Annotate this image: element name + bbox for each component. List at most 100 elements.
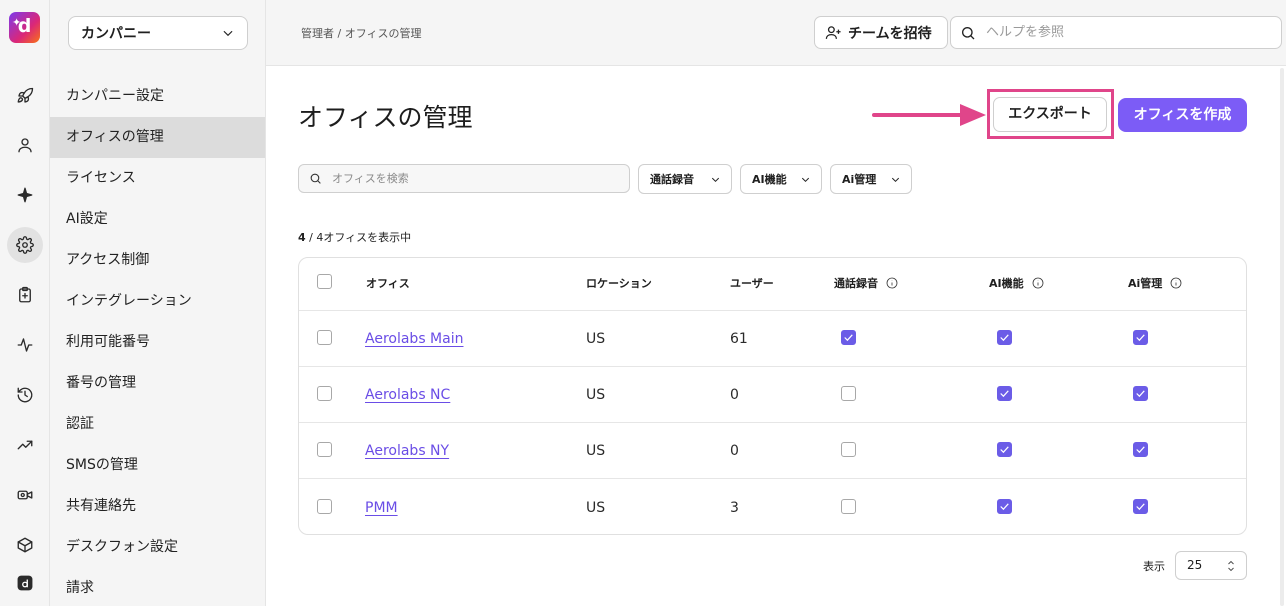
checkmark-icon bbox=[1136, 390, 1145, 398]
column-header-users[interactable]: ユーザー bbox=[730, 275, 774, 291]
sidebar-item-shared-contacts[interactable]: 共有連絡先 bbox=[50, 486, 265, 527]
export-button[interactable]: エクスポート bbox=[993, 97, 1107, 132]
ai-admin-checkbox[interactable] bbox=[1133, 330, 1148, 345]
office-location: US bbox=[586, 443, 606, 459]
sidebar-item-office-management[interactable]: オフィスの管理 bbox=[50, 117, 265, 158]
office-users: 0 bbox=[730, 387, 739, 403]
row-select-checkbox[interactable] bbox=[317, 442, 332, 457]
table-row[interactable]: Aerolabs NC US 0 bbox=[299, 366, 1246, 422]
chevron-down-icon bbox=[711, 177, 720, 183]
info-icon[interactable] bbox=[1032, 277, 1044, 289]
ai-admin-checkbox[interactable] bbox=[1133, 442, 1148, 457]
gear-icon[interactable] bbox=[7, 227, 43, 263]
office-users: 3 bbox=[730, 500, 739, 516]
row-select-checkbox[interactable] bbox=[317, 499, 332, 514]
result-count: 4 / 4オフィスを表示中 bbox=[298, 229, 411, 245]
column-header-office[interactable]: オフィス bbox=[366, 275, 410, 291]
filter-ai-admin-label: Ai管理 bbox=[842, 173, 877, 186]
create-office-button[interactable]: オフィスを作成 bbox=[1118, 98, 1247, 132]
sidebar-item-sms-management[interactable]: SMSの管理 bbox=[50, 445, 265, 486]
office-users: 0 bbox=[730, 443, 739, 459]
filter-call-recording[interactable]: 通話録音 bbox=[638, 164, 732, 194]
sidebar-item-authentication[interactable]: 認証 bbox=[50, 404, 265, 445]
invite-team-button[interactable]: チームを招待 bbox=[814, 16, 948, 49]
trending-icon[interactable] bbox=[7, 427, 43, 463]
table-row[interactable]: PMM US 3 bbox=[299, 478, 1246, 534]
icon-rail: ✦ d bbox=[0, 0, 50, 606]
clipboard-icon[interactable] bbox=[7, 277, 43, 313]
call-recording-checkbox[interactable] bbox=[841, 330, 856, 345]
office-users: 61 bbox=[730, 331, 748, 347]
info-icon[interactable] bbox=[1170, 277, 1182, 289]
office-search[interactable] bbox=[298, 164, 630, 193]
sidebar-item-integrations[interactable]: インテグレーション bbox=[50, 281, 265, 322]
column-header-call-recording[interactable]: 通話録音 bbox=[834, 275, 898, 291]
sidebar-item-access-control[interactable]: アクセス制御 bbox=[50, 240, 265, 281]
office-name-link[interactable]: Aerolabs NY bbox=[365, 443, 449, 459]
page-size-select[interactable]: 25 bbox=[1175, 551, 1247, 580]
annotation-arrow-icon bbox=[872, 104, 986, 126]
ai-features-checkbox[interactable] bbox=[997, 330, 1012, 345]
call-recording-checkbox[interactable] bbox=[841, 442, 856, 457]
sparkle-icon[interactable] bbox=[7, 177, 43, 213]
company-selector[interactable]: カンパニー bbox=[68, 16, 248, 50]
row-select-checkbox[interactable] bbox=[317, 386, 332, 401]
activity-icon[interactable] bbox=[7, 327, 43, 363]
row-select-checkbox[interactable] bbox=[317, 330, 332, 345]
call-recording-checkbox[interactable] bbox=[841, 499, 856, 514]
ai-features-checkbox[interactable] bbox=[997, 499, 1012, 514]
column-header-ai-admin[interactable]: Ai管理 bbox=[1128, 275, 1182, 291]
help-search[interactable] bbox=[950, 16, 1282, 49]
rocket-icon[interactable] bbox=[7, 78, 43, 114]
sidebar-item-available-numbers[interactable]: 利用可能番号 bbox=[50, 322, 265, 363]
search-icon bbox=[962, 26, 975, 39]
office-location: US bbox=[586, 331, 606, 347]
top-header: 管理者 / オフィスの管理 チームを招待 bbox=[266, 0, 1286, 66]
offices-table: オフィス ロケーション ユーザー 通話録音 AI機能 Ai管理 Aerolabs… bbox=[298, 257, 1247, 535]
sidebar-item-ai-settings[interactable]: AI設定 bbox=[50, 199, 265, 240]
column-header-location[interactable]: ロケーション bbox=[586, 275, 652, 291]
info-icon[interactable] bbox=[886, 277, 898, 289]
dialpad-logo[interactable]: ✦ d bbox=[9, 12, 40, 43]
ai-admin-checkbox[interactable] bbox=[1133, 386, 1148, 401]
select-all-checkbox[interactable] bbox=[317, 274, 332, 289]
sidebar-nav: カンパニー設定 オフィスの管理 ライセンス AI設定 アクセス制御 インテグレー… bbox=[50, 76, 265, 606]
column-header-ai-features[interactable]: AI機能 bbox=[989, 275, 1044, 291]
chevron-down-icon bbox=[801, 177, 810, 183]
sidebar-item-billing[interactable]: 請求 bbox=[50, 568, 265, 606]
ai-features-checkbox[interactable] bbox=[997, 386, 1012, 401]
page-scrollbar[interactable] bbox=[1280, 68, 1284, 606]
video-icon[interactable] bbox=[7, 477, 43, 513]
call-recording-checkbox[interactable] bbox=[841, 386, 856, 401]
office-name-link[interactable]: Aerolabs Main bbox=[365, 331, 463, 347]
office-location: US bbox=[586, 500, 606, 516]
page-size-label: 表示 bbox=[1143, 560, 1165, 573]
office-search-input[interactable] bbox=[332, 172, 612, 185]
result-count-total: / 4オフィスを表示中 bbox=[305, 231, 412, 244]
office-name-link[interactable]: PMM bbox=[365, 500, 398, 516]
ai-admin-checkbox[interactable] bbox=[1133, 499, 1148, 514]
checkmark-icon bbox=[1000, 390, 1009, 398]
history-icon[interactable] bbox=[7, 377, 43, 413]
sidebar-item-licenses[interactable]: ライセンス bbox=[50, 158, 265, 199]
filter-ai-features[interactable]: AI機能 bbox=[740, 164, 822, 194]
sidebar-item-number-management[interactable]: 番号の管理 bbox=[50, 363, 265, 404]
filter-ai-admin[interactable]: Ai管理 bbox=[830, 164, 912, 194]
office-name-link[interactable]: Aerolabs NC bbox=[365, 387, 450, 403]
box-icon[interactable] bbox=[7, 527, 43, 563]
chevron-down-icon bbox=[223, 30, 233, 37]
desktop-app-icon[interactable] bbox=[7, 565, 43, 601]
ai-features-checkbox[interactable] bbox=[997, 442, 1012, 457]
settings-sidebar: カンパニー カンパニー設定 オフィスの管理 ライセンス AI設定 アクセス制御 … bbox=[50, 0, 266, 606]
invite-team-label: チームを招待 bbox=[848, 25, 932, 42]
sidebar-item-deskphone-settings[interactable]: デスクフォン設定 bbox=[50, 527, 265, 568]
user-icon[interactable] bbox=[7, 127, 43, 163]
help-search-input[interactable] bbox=[986, 25, 1266, 40]
search-icon bbox=[310, 173, 321, 184]
checkmark-icon bbox=[1136, 446, 1145, 454]
table-row[interactable]: Aerolabs NY US 0 bbox=[299, 422, 1246, 478]
sidebar-item-company-settings[interactable]: カンパニー設定 bbox=[50, 76, 265, 117]
user-plus-icon bbox=[825, 26, 841, 39]
table-row[interactable]: Aerolabs Main US 61 bbox=[299, 310, 1246, 366]
chevron-up-down-icon bbox=[1228, 560, 1234, 572]
